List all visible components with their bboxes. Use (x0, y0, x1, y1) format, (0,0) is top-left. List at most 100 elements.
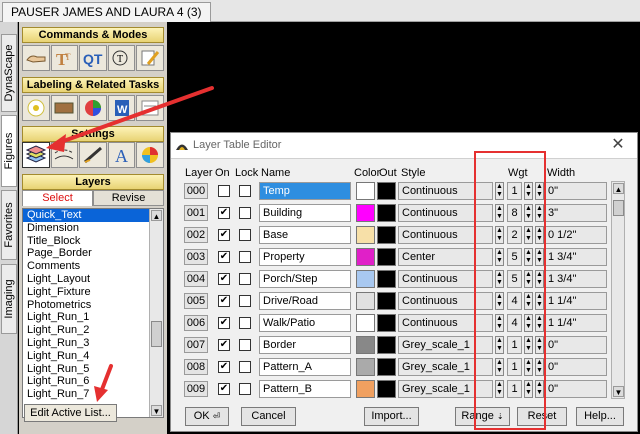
color-swatch[interactable] (356, 314, 375, 332)
layer-number[interactable]: 000 (184, 183, 208, 199)
close-icon[interactable]: ✕ (603, 135, 633, 155)
layer-list-item[interactable]: Page_Border (23, 247, 149, 260)
lock-checkbox[interactable] (239, 383, 251, 395)
on-checkbox[interactable]: ✔ (218, 229, 230, 241)
width-field[interactable]: 0" (545, 380, 607, 398)
output-color-swatch[interactable] (377, 204, 396, 222)
side-tab-dynascape[interactable]: DynaScape (1, 34, 17, 112)
output-color-swatch[interactable] (377, 270, 396, 288)
layer-name-field[interactable]: Drive/Road (259, 292, 351, 310)
layer-list-item[interactable]: Comments (23, 260, 149, 273)
layer-list-item[interactable]: Light_Run_1 (23, 311, 149, 324)
text-rotate-button[interactable]: T (107, 45, 136, 71)
on-checkbox[interactable] (218, 185, 230, 197)
on-checkbox[interactable]: ✔ (218, 295, 230, 307)
layer-list-item[interactable]: Photometrics (23, 299, 149, 312)
on-checkbox[interactable]: ✔ (218, 207, 230, 219)
on-checkbox[interactable]: ✔ (218, 317, 230, 329)
scroll-down-arrow[interactable]: ▼ (151, 405, 162, 416)
layer-list-item[interactable]: Light_Run_6 (23, 375, 149, 388)
layer-name-field[interactable]: Pattern_A (259, 358, 351, 376)
layer-list-item[interactable]: Quick_Text (23, 209, 149, 222)
output-color-swatch[interactable] (377, 248, 396, 266)
font-button[interactable]: A (107, 142, 136, 168)
layer-number[interactable]: 003 (184, 249, 208, 265)
layer-list-item[interactable]: Light_Run_7 (23, 388, 149, 401)
on-checkbox[interactable]: ✔ (218, 339, 230, 351)
color-swatch[interactable] (356, 358, 375, 376)
lock-checkbox[interactable] (239, 185, 251, 197)
layer-list-scrollbar[interactable]: ▲ ▼ (149, 209, 163, 417)
width-field[interactable]: 0" (545, 358, 607, 376)
layer-name-field[interactable]: Porch/Step (259, 270, 351, 288)
width-field[interactable]: 3" (545, 204, 607, 222)
layer-number[interactable]: 002 (184, 227, 208, 243)
layer-number[interactable]: 006 (184, 315, 208, 331)
output-color-swatch[interactable] (377, 358, 396, 376)
layer-list-item[interactable]: Light_Run_3 (23, 337, 149, 350)
lock-checkbox[interactable] (239, 207, 251, 219)
hand-pan-button[interactable] (22, 45, 50, 71)
layer-name-field[interactable]: Building (259, 204, 351, 222)
color-swatch[interactable] (356, 248, 375, 266)
cancel-button[interactable]: Cancel (241, 407, 296, 426)
on-checkbox[interactable]: ✔ (218, 383, 230, 395)
layer-list-item[interactable]: Title_Block (23, 235, 149, 248)
output-color-swatch[interactable] (377, 314, 396, 332)
lock-checkbox[interactable] (239, 339, 251, 351)
help-button[interactable]: Help... (576, 407, 624, 426)
side-tab-favorites[interactable]: Favorites (1, 190, 17, 260)
lock-checkbox[interactable] (239, 317, 251, 329)
layer-list-item[interactable]: Light_Run_4 (23, 350, 149, 363)
output-color-swatch[interactable] (377, 182, 396, 200)
color-swatch[interactable] (356, 182, 375, 200)
document-tab[interactable]: PAUSER JAMES AND LAURA 4 (3) (2, 2, 211, 22)
layer-list-item[interactable]: Dimension (23, 222, 149, 235)
material-label-button[interactable] (50, 95, 79, 121)
text-tool-button[interactable]: TT (50, 45, 79, 71)
table-scroll-thumb[interactable] (613, 200, 624, 216)
output-color-swatch[interactable] (377, 292, 396, 310)
pencil-tool-button[interactable] (136, 45, 164, 71)
color-wheel-button[interactable] (79, 95, 107, 121)
tab-select[interactable]: Select (22, 190, 93, 206)
layer-number[interactable]: 005 (184, 293, 208, 309)
scroll-thumb[interactable] (151, 321, 162, 347)
width-field[interactable]: 1 1/4" (545, 314, 607, 332)
layer-number[interactable]: 009 (184, 381, 208, 397)
word-export-button[interactable]: W (107, 95, 136, 121)
width-field[interactable]: 1 1/4" (545, 292, 607, 310)
width-field[interactable]: 0 1/2" (545, 226, 607, 244)
output-color-swatch[interactable] (377, 226, 396, 244)
line-style-button[interactable] (50, 142, 79, 168)
table-scroll-down-arrow[interactable]: ▼ (613, 386, 624, 397)
layer-name-field[interactable]: Property (259, 248, 351, 266)
layer-list-item[interactable]: Light_Run_5 (23, 363, 149, 376)
lock-checkbox[interactable] (239, 229, 251, 241)
width-field[interactable]: 1 3/4" (545, 248, 607, 266)
lock-checkbox[interactable] (239, 251, 251, 263)
output-color-swatch[interactable] (377, 380, 396, 398)
layer-name-field[interactable]: Pattern_B (259, 380, 351, 398)
layer-name-field[interactable]: Walk/Patio (259, 314, 351, 332)
width-field[interactable]: 0" (545, 336, 607, 354)
layer-number[interactable]: 008 (184, 359, 208, 375)
on-checkbox[interactable]: ✔ (218, 251, 230, 263)
layer-list-item[interactable]: Light_Run_2 (23, 324, 149, 337)
layer-name-field[interactable]: Border (259, 336, 351, 354)
width-field[interactable]: 1 3/4" (545, 270, 607, 288)
color-swatch[interactable] (356, 380, 375, 398)
color-swatch[interactable] (356, 226, 375, 244)
side-tab-imaging[interactable]: Imaging (1, 264, 17, 334)
layer-name-field[interactable]: Temp (259, 182, 351, 200)
tab-revise[interactable]: Revise (93, 190, 164, 206)
color-palette-button[interactable] (136, 142, 164, 168)
layer-number[interactable]: 007 (184, 337, 208, 353)
scroll-up-arrow[interactable]: ▲ (151, 210, 162, 221)
layer-table-scrollbar[interactable]: ▲ ▼ (611, 181, 625, 399)
layer-name-field[interactable]: Base (259, 226, 351, 244)
quick-text-button[interactable]: QT (79, 45, 107, 71)
legend-button[interactable] (136, 95, 164, 121)
color-swatch[interactable] (356, 270, 375, 288)
lock-checkbox[interactable] (239, 295, 251, 307)
